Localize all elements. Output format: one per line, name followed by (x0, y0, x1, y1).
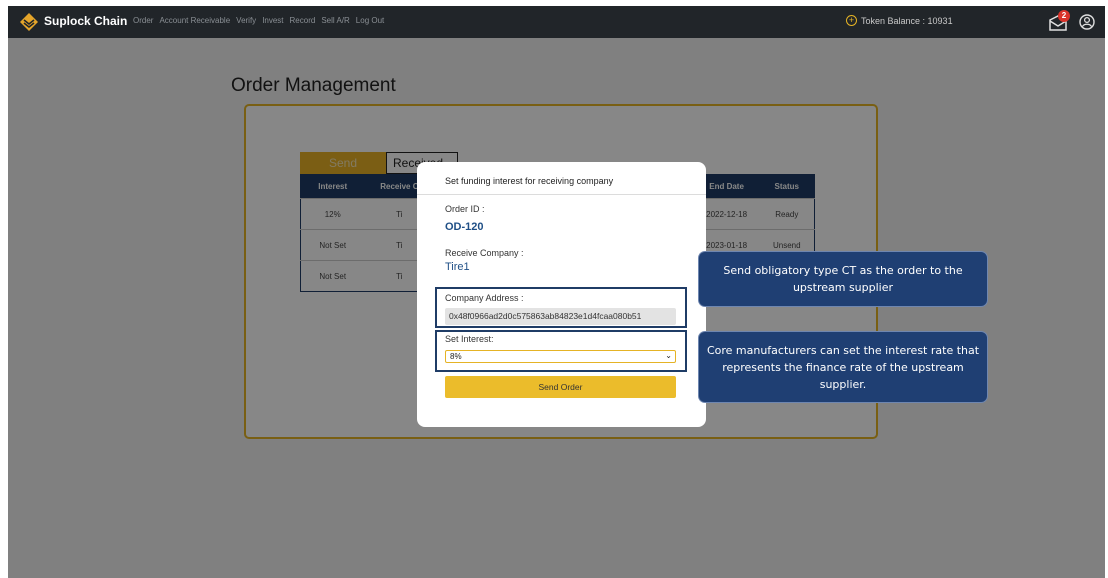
callout-send-order: Send obligatory type CT as the order to … (698, 251, 988, 307)
menu-item-record[interactable]: Record (290, 16, 316, 25)
menu-item-account-receivable[interactable]: Account Receivable (159, 16, 230, 25)
main-menu: Order Account Receivable Verify Invest R… (133, 16, 384, 25)
menu-item-order[interactable]: Order (133, 16, 153, 25)
company-address-highlight (435, 287, 687, 328)
send-order-button[interactable]: Send Order (445, 376, 676, 398)
token-balance-text: Token Balance : 10931 (861, 15, 953, 26)
suplock-logo-icon (20, 13, 38, 31)
brand-name[interactable]: Suplock Chain (44, 14, 127, 28)
app-screen: Suplock Chain Order Account Receivable V… (8, 6, 1105, 578)
token-balance: + Token Balance : 10931 (846, 15, 953, 26)
token-coin-icon: + (846, 15, 857, 26)
menu-item-verify[interactable]: Verify (236, 16, 256, 25)
notification-badge: 2 (1058, 10, 1070, 22)
modal-title: Set funding interest for receiving compa… (445, 176, 614, 186)
user-account-icon[interactable] (1079, 14, 1095, 30)
order-id-label: Order ID : (445, 204, 485, 214)
set-interest-highlight (435, 330, 687, 372)
menu-item-sell-ar[interactable]: Sell A/R (321, 16, 349, 25)
receive-company-value: Tire1 (445, 261, 470, 273)
top-navbar: Suplock Chain Order Account Receivable V… (8, 6, 1105, 38)
receive-company-label: Receive Company : (445, 248, 524, 258)
callout-interest-rate: Core manufacturers can set the interest … (698, 331, 988, 403)
order-id-value: OD-120 (445, 221, 484, 233)
menu-item-invest[interactable]: Invest (262, 16, 283, 25)
modal-divider (417, 194, 706, 195)
menu-item-log-out[interactable]: Log Out (356, 16, 384, 25)
